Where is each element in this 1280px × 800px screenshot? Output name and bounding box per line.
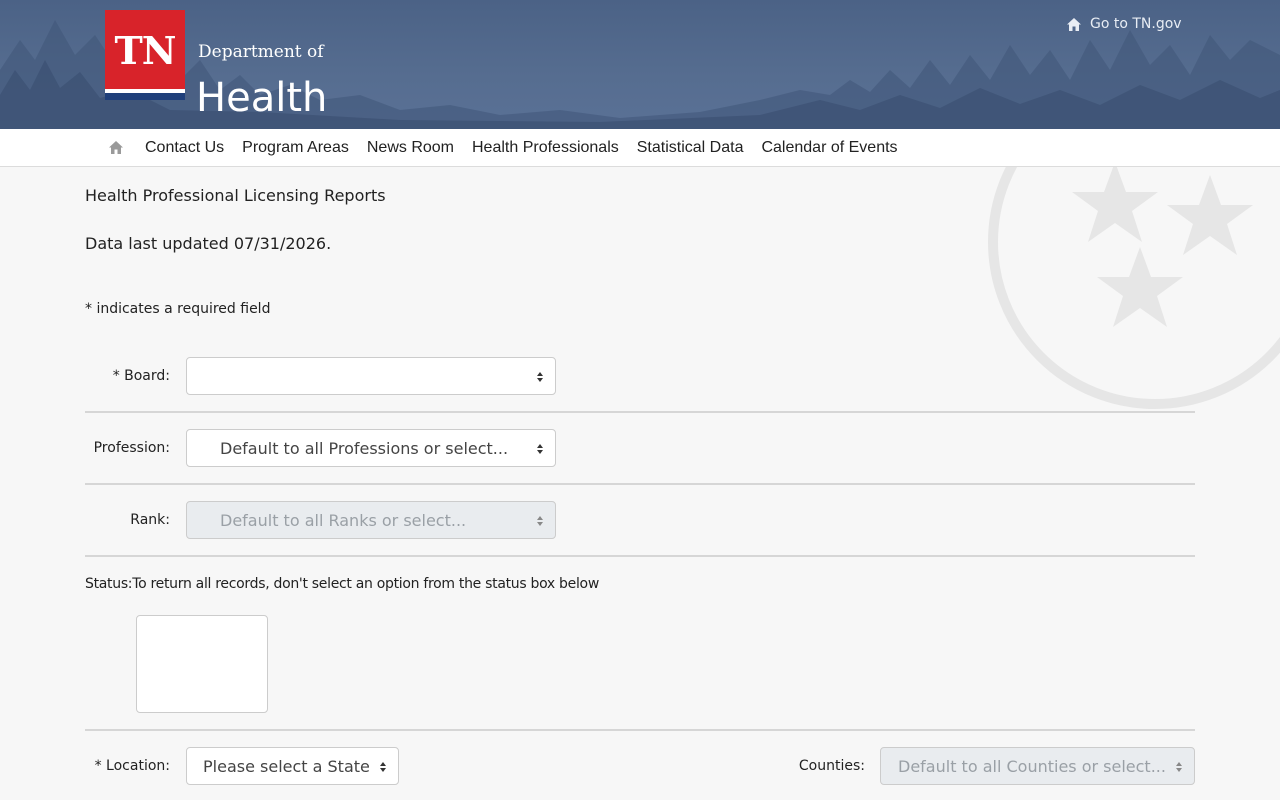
tristar-watermark <box>988 167 1280 409</box>
profession-select[interactable]: Default to all Professions or select... <box>186 429 556 467</box>
location-select[interactable]: Please select a State <box>186 747 399 785</box>
divider <box>85 411 1195 413</box>
select-caret-icon <box>537 444 543 454</box>
status-listbox[interactable] <box>136 615 268 713</box>
logo-text: TN <box>114 28 176 73</box>
select-caret-icon <box>380 762 386 772</box>
counties-label: Counties: <box>798 758 865 774</box>
select-caret-icon <box>537 516 543 526</box>
location-label: * Location: <box>94 758 170 774</box>
nav-item-news-room[interactable]: News Room <box>367 139 454 157</box>
logo-stripe-blue <box>105 93 185 100</box>
divider <box>85 555 1195 557</box>
department-name[interactable]: Health <box>196 78 327 118</box>
rank-select[interactable]: Default to all Ranks or select... <box>186 501 556 539</box>
tn-logo[interactable]: TN <box>105 10 185 100</box>
select-caret-icon <box>537 372 543 382</box>
board-select[interactable] <box>186 357 556 395</box>
status-instructions: Status:To return all records, don't sele… <box>85 576 599 592</box>
nav-item-health-professionals[interactable]: Health Professionals <box>472 139 619 157</box>
rank-select-value: Default to all Ranks or select... <box>220 510 467 530</box>
home-icon <box>1067 17 1081 31</box>
divider <box>85 483 1195 485</box>
counties-select[interactable]: Default to all Counties or select... <box>880 747 1195 785</box>
goto-label: Go to TN.gov <box>1090 16 1182 32</box>
header-banner: TN Department of Health Go to TN.gov <box>0 0 1280 129</box>
rank-label: Rank: <box>130 512 170 528</box>
page-title: Health Professional Licensing Reports <box>85 186 386 205</box>
nav-item-calendar-of-events[interactable]: Calendar of Events <box>761 139 897 157</box>
last-updated-text: Data last updated 07/31/2026. <box>85 234 332 253</box>
nav-item-program-areas[interactable]: Program Areas <box>242 139 349 157</box>
board-label: * Board: <box>112 368 170 384</box>
nav-item-statistical-data[interactable]: Statistical Data <box>637 139 744 157</box>
home-icon[interactable] <box>108 140 124 155</box>
profession-select-value: Default to all Professions or select... <box>220 438 509 458</box>
department-of-label: Department of <box>198 42 324 62</box>
counties-select-value: Default to all Counties or select... <box>898 756 1166 776</box>
goto-tn-gov-link[interactable]: Go to TN.gov <box>1066 16 1182 32</box>
required-field-note: * indicates a required field <box>85 301 271 317</box>
main-nav: Contact Us Program Areas News Room Healt… <box>0 129 1280 167</box>
nav-item-contact-us[interactable]: Contact Us <box>145 139 224 157</box>
divider <box>85 729 1195 731</box>
profession-label: Profession: <box>93 440 170 456</box>
location-select-value: Please select a State <box>203 756 370 776</box>
select-caret-icon <box>1176 762 1182 772</box>
